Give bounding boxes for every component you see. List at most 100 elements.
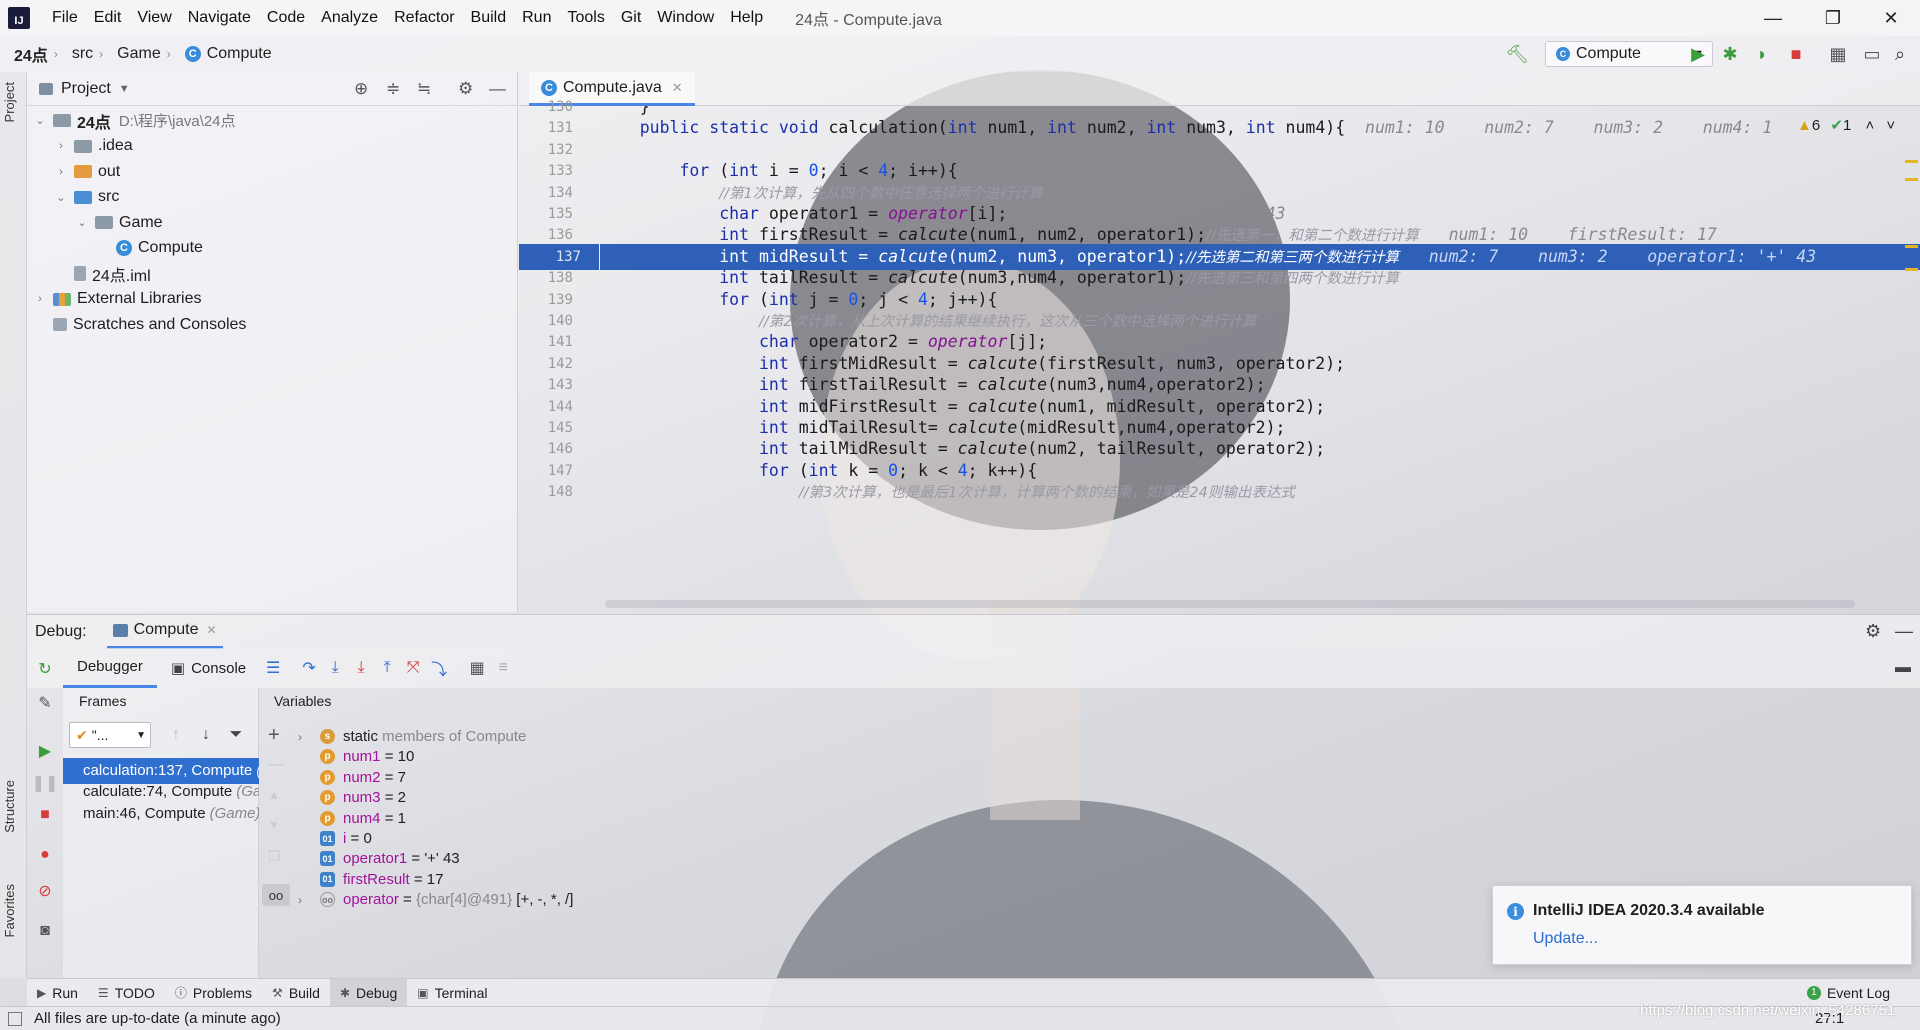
camera-icon[interactable]: ◙	[32, 918, 58, 944]
menu-run[interactable]: Run	[514, 9, 559, 27]
tree-item[interactable]: › .idea	[27, 134, 518, 159]
chevron-right-icon[interactable]: ›	[298, 730, 302, 744]
tool-tab-todo[interactable]: ☰ TODO	[88, 979, 165, 1007]
stack-frame[interactable]: main:46, Compute (Game)	[63, 801, 259, 827]
pause-icon[interactable]: ❚❚	[32, 770, 59, 796]
run-to-cursor-icon[interactable]: ⤵	[426, 655, 452, 681]
evaluate-expression-icon[interactable]: ▦	[464, 655, 490, 681]
move-down-icon[interactable]: ▼	[268, 818, 280, 832]
favorites-tool-tab[interactable]: Favorites	[2, 884, 17, 937]
view-breakpoints-icon[interactable]: ●	[32, 842, 58, 868]
breadcrumb-src[interactable]: src	[58, 45, 99, 63]
tool-tab-run[interactable]: ▶ Run	[27, 979, 88, 1007]
rerun-icon[interactable]: ↻	[32, 656, 58, 682]
thread-selector[interactable]: ✔ "... ▼	[69, 722, 151, 748]
line-number[interactable]: 148	[519, 479, 591, 505]
tool-tab-debug[interactable]: ✱ Debug	[329, 978, 408, 1007]
tree-item[interactable]: › External Libraries	[27, 287, 518, 312]
chevron-right-icon[interactable]: ›	[298, 893, 302, 907]
menu-window[interactable]: Window	[649, 9, 722, 27]
tree-item[interactable]: ⌄ src	[27, 185, 518, 210]
chevron-right-icon[interactable]: ›	[54, 166, 68, 178]
stop-icon[interactable]: ■	[32, 802, 58, 828]
chevron-right-icon[interactable]: ›	[33, 293, 47, 305]
menu-view[interactable]: View	[129, 9, 179, 27]
arrow-down-icon[interactable]: ↓	[193, 722, 219, 748]
menu-analyze[interactable]: Analyze	[313, 9, 386, 27]
error-stripe-mark[interactable]	[1905, 160, 1918, 163]
tab-debugger[interactable]: Debugger	[63, 648, 157, 688]
trace-stream-icon[interactable]: ≡	[490, 655, 516, 681]
menu-tools[interactable]: Tools	[559, 9, 612, 27]
debug-session-tab[interactable]: Compute ✕	[106, 615, 223, 649]
tree-item[interactable]: › out	[27, 159, 518, 184]
step-over-icon[interactable]: ↷	[296, 655, 322, 681]
project-view-label[interactable]: Project	[61, 80, 111, 98]
gear-icon[interactable]: ⚙	[1865, 621, 1881, 642]
restore-button[interactable]: ❐	[1804, 0, 1862, 36]
project-structure-icon[interactable]: ▦	[1826, 42, 1850, 66]
move-up-icon[interactable]: ▲	[268, 788, 280, 802]
remove-watch-icon[interactable]: —	[268, 756, 284, 774]
build-hammer-icon[interactable]: 🔨︎	[1505, 42, 1529, 66]
close-window-button[interactable]: ✕	[1862, 0, 1920, 36]
minimize-button[interactable]: —	[1744, 0, 1802, 36]
locate-icon[interactable]: ⊕	[354, 79, 368, 99]
debug-bug-icon[interactable]: ✱	[1718, 42, 1742, 66]
chevron-down-icon[interactable]: ▼	[119, 83, 130, 95]
status-toggle-icon[interactable]	[8, 1011, 22, 1026]
code-line[interactable]: public static void calculation(int num1,…	[600, 115, 1773, 141]
drop-frame-icon[interactable]: ⤧	[400, 655, 426, 681]
tree-item[interactable]: ⌄ 24点 D:\程序\java\24点	[27, 108, 518, 133]
tool-tab-build[interactable]: ⚒ Build	[262, 979, 330, 1007]
tree-item[interactable]: 24点.iml	[27, 261, 518, 286]
menu-navigate[interactable]: Navigate	[180, 9, 259, 27]
step-into-icon[interactable]: ⤓	[322, 655, 348, 681]
error-stripe-mark[interactable]	[1905, 245, 1918, 248]
duplicate-icon[interactable]: ❐	[268, 848, 281, 865]
wrench-icon[interactable]: ✎	[32, 690, 58, 716]
tool-tab-terminal[interactable]: ▣ Terminal	[407, 979, 497, 1007]
force-step-into-icon[interactable]: ⤓	[348, 655, 374, 681]
tree-item[interactable]: Scratches and Consoles	[27, 312, 518, 337]
gear-icon[interactable]: ⚙	[458, 79, 473, 99]
tree-item[interactable]: ⌄ Game	[27, 210, 518, 235]
resume-icon[interactable]: ▶	[32, 738, 58, 764]
menu-file[interactable]: File	[44, 9, 86, 27]
hide-panel-icon[interactable]: —	[1895, 621, 1913, 642]
menu-refactor[interactable]: Refactor	[386, 9, 462, 27]
menu-help[interactable]: Help	[722, 9, 771, 27]
code-line[interactable]: //第3次计算，也是最后1次计算，计算两个数的结果，如果是24则输出表达式	[600, 479, 1295, 505]
tab-console[interactable]: ▣ Console	[157, 648, 260, 688]
structure-tool-tab[interactable]: Structure	[2, 780, 17, 833]
coverage-icon[interactable]: ◗	[1750, 42, 1774, 66]
code-editor[interactable]: } public static void calculation(int num…	[600, 106, 1920, 612]
breadcrumb-compute[interactable]: C Compute	[171, 45, 278, 63]
add-watch-icon[interactable]: +	[268, 724, 280, 747]
close-tab-icon[interactable]: ✕	[672, 80, 683, 96]
tree-item[interactable]: C Compute	[27, 236, 518, 261]
watches-toggle-icon[interactable]: oo	[262, 884, 290, 906]
project-tool-tab[interactable]: Project	[2, 82, 17, 122]
tool-tab-problems[interactable]: ⓘ Problems	[165, 979, 262, 1007]
menu-build[interactable]: Build	[463, 9, 515, 27]
expand-all-icon[interactable]: ≑	[386, 79, 400, 99]
menu-edit[interactable]: Edit	[86, 9, 130, 27]
mute-breakpoints-icon[interactable]: ⊘	[32, 878, 58, 904]
hide-panel-icon[interactable]: —	[489, 79, 506, 99]
error-stripe-mark[interactable]	[1905, 268, 1918, 271]
horizontal-scrollbar[interactable]	[605, 600, 1855, 608]
update-link[interactable]: Update...	[1533, 930, 1598, 948]
search-icon[interactable]: ⌕	[1888, 42, 1912, 66]
breadcrumb-game[interactable]: Game	[103, 45, 167, 63]
collapse-all-icon[interactable]: ≒	[417, 79, 431, 99]
chevron-right-icon[interactable]: ›	[54, 140, 68, 152]
chevron-down-icon[interactable]: ⌄	[75, 216, 89, 229]
chevron-down-icon[interactable]: ⌄	[54, 191, 68, 204]
arrow-up-icon[interactable]: ↑	[163, 722, 189, 748]
step-out-icon[interactable]: ⤒	[374, 655, 400, 681]
chevron-down-icon[interactable]: ⌄	[33, 114, 47, 127]
run-icon[interactable]: ▶	[1686, 42, 1710, 66]
menu-git[interactable]: Git	[613, 9, 649, 27]
error-stripe-mark[interactable]	[1905, 178, 1918, 181]
